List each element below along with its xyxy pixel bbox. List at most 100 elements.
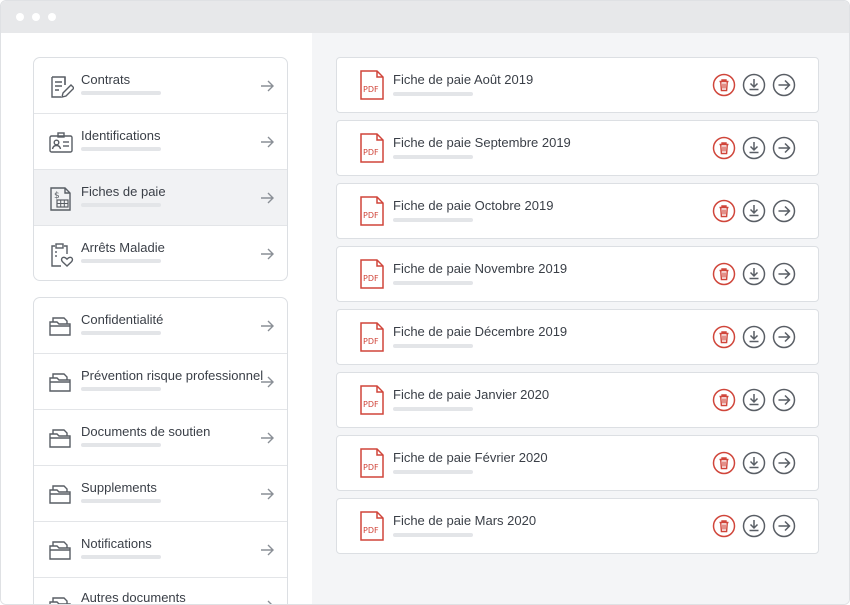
delete-icon[interactable] — [712, 262, 736, 286]
arrow-right-icon — [261, 192, 274, 204]
document-title[interactable]: Fiche de paie Décembre 2019 — [393, 324, 567, 339]
sidebar-item-label: Contrats — [81, 72, 131, 87]
arrow-right-icon — [261, 320, 274, 332]
sidebar-item-documents-de-soutien[interactable]: Documents de soutien — [34, 410, 287, 466]
arrow-right-icon — [261, 432, 274, 444]
sidebar-item-notifications[interactable]: Notifications — [34, 522, 287, 578]
sidebar-item-label: Fiches de paie — [81, 184, 166, 199]
delete-icon[interactable] — [712, 136, 736, 160]
placeholder-bar — [81, 555, 161, 559]
open-arrow-icon[interactable] — [772, 325, 796, 349]
sidebar-item-contrats[interactable]: Contrats — [34, 58, 287, 114]
document-row[interactable]: PDF Fiche de paie Novembre 2019 — [336, 246, 819, 302]
delete-icon[interactable] — [712, 451, 736, 475]
open-arrow-icon[interactable] — [772, 73, 796, 97]
sidebar-item-label: Arrêts Maladie — [81, 240, 165, 255]
folder-icon — [49, 317, 71, 336]
folder-icon — [49, 597, 71, 604]
sidebar: Contrats Identifications $ Fiches de pai… — [1, 33, 312, 605]
download-icon[interactable] — [742, 451, 766, 475]
open-arrow-icon[interactable] — [772, 514, 796, 538]
pdf-file-icon: PDF — [360, 196, 384, 226]
sidebar-item-prevention-risque[interactable]: Prévention risque professionnel — [34, 354, 287, 410]
document-row[interactable]: PDF Fiche de paie Janvier 2020 — [336, 372, 819, 428]
placeholder-bar — [81, 499, 161, 503]
sidebar-item-label: Identifications — [81, 128, 161, 143]
placeholder-bar — [81, 147, 161, 151]
window-dot-1[interactable] — [16, 13, 24, 21]
payslip-icon: $ — [50, 187, 71, 211]
placeholder-bar — [81, 203, 161, 207]
placeholder-bar — [81, 259, 161, 263]
app-window: Contrats Identifications $ Fiches de pai… — [0, 0, 850, 605]
document-row[interactable]: PDF Fiche de paie Août 2019 — [336, 57, 819, 113]
document-title[interactable]: Fiche de paie Septembre 2019 — [393, 135, 571, 150]
open-arrow-icon[interactable] — [772, 388, 796, 412]
placeholder-bar — [81, 443, 161, 447]
document-row[interactable]: PDF Fiche de paie Février 2020 — [336, 435, 819, 491]
document-title[interactable]: Fiche de paie Mars 2020 — [393, 513, 536, 528]
delete-icon[interactable] — [712, 73, 736, 97]
contract-pen-icon — [51, 76, 74, 98]
document-row[interactable]: PDF Fiche de paie Décembre 2019 — [336, 309, 819, 365]
placeholder-bar — [393, 407, 473, 411]
download-icon[interactable] — [742, 136, 766, 160]
document-row[interactable]: PDF Fiche de paie Septembre 2019 — [336, 120, 819, 176]
window-dot-2[interactable] — [32, 13, 40, 21]
document-title[interactable]: Fiche de paie Août 2019 — [393, 72, 533, 87]
sidebar-item-label: Supplements — [81, 480, 157, 495]
arrow-right-icon — [261, 80, 274, 92]
document-title[interactable]: Fiche de paie Octobre 2019 — [393, 198, 553, 213]
sidebar-item-identifications[interactable]: Identifications — [34, 114, 287, 170]
open-arrow-icon[interactable] — [772, 136, 796, 160]
document-title[interactable]: Fiche de paie Février 2020 — [393, 450, 548, 465]
arrow-right-icon — [261, 248, 274, 260]
arrow-right-icon — [261, 136, 274, 148]
id-card-icon — [49, 132, 73, 153]
document-row[interactable]: PDF Fiche de paie Mars 2020 — [336, 498, 819, 554]
sidebar-item-confidentialite[interactable]: Confidentialité — [34, 298, 287, 354]
pdf-file-icon: PDF — [360, 259, 384, 289]
sidebar-item-arrets-maladie[interactable]: Arrêts Maladie — [34, 226, 287, 280]
pdf-file-icon: PDF — [360, 448, 384, 478]
document-row[interactable]: PDF Fiche de paie Octobre 2019 — [336, 183, 819, 239]
open-arrow-icon[interactable] — [772, 451, 796, 475]
window-dot-3[interactable] — [48, 13, 56, 21]
delete-icon[interactable] — [712, 514, 736, 538]
sidebar-card-hr: Contrats Identifications $ Fiches de pai… — [33, 57, 288, 281]
sidebar-item-label: Notifications — [81, 536, 152, 551]
arrow-right-icon — [261, 488, 274, 500]
sidebar-item-fiches-de-paie[interactable]: $ Fiches de paie — [34, 170, 287, 226]
sidebar-item-supplements[interactable]: Supplements — [34, 466, 287, 522]
delete-icon[interactable] — [712, 199, 736, 223]
folder-icon — [49, 541, 71, 560]
document-title[interactable]: Fiche de paie Novembre 2019 — [393, 261, 567, 276]
download-icon[interactable] — [742, 262, 766, 286]
sidebar-item-label: Autres documents — [81, 590, 186, 605]
svg-text:PDF: PDF — [363, 211, 379, 220]
folder-icon — [49, 429, 71, 448]
download-icon[interactable] — [742, 325, 766, 349]
sidebar-item-label: Prévention risque professionnel — [81, 368, 264, 383]
pdf-file-icon: PDF — [360, 70, 384, 100]
download-icon[interactable] — [742, 388, 766, 412]
title-bar — [1, 1, 849, 33]
placeholder-bar — [81, 387, 161, 391]
placeholder-bar — [393, 344, 473, 348]
delete-icon[interactable] — [712, 388, 736, 412]
download-icon[interactable] — [742, 73, 766, 97]
open-arrow-icon[interactable] — [772, 262, 796, 286]
placeholder-bar — [393, 470, 473, 474]
download-icon[interactable] — [742, 514, 766, 538]
placeholder-bar — [393, 281, 473, 285]
document-title[interactable]: Fiche de paie Janvier 2020 — [393, 387, 549, 402]
svg-text:PDF: PDF — [363, 463, 379, 472]
svg-text:PDF: PDF — [363, 400, 379, 409]
sidebar-item-autres-documents[interactable]: Autres documents — [34, 578, 287, 605]
open-arrow-icon[interactable] — [772, 199, 796, 223]
arrow-right-icon — [261, 376, 274, 388]
pdf-file-icon: PDF — [360, 133, 384, 163]
delete-icon[interactable] — [712, 325, 736, 349]
pdf-file-icon: PDF — [360, 511, 384, 541]
download-icon[interactable] — [742, 199, 766, 223]
